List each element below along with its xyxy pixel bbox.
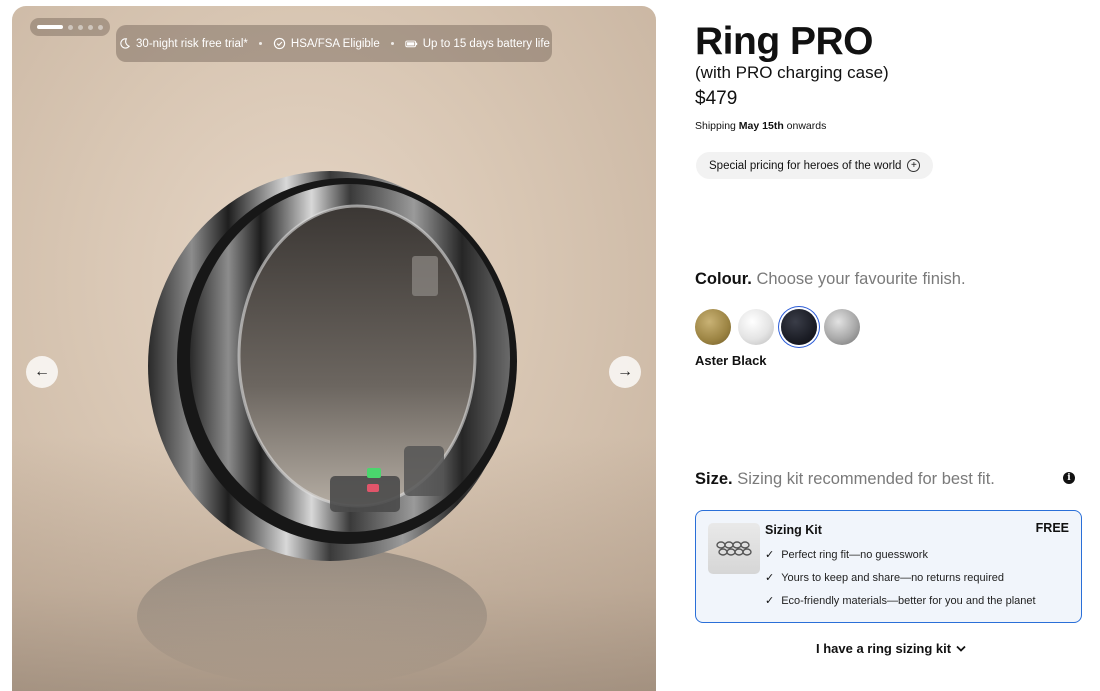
check-circle-icon: [273, 37, 286, 50]
promo-label: Special pricing for heroes of the world: [709, 159, 902, 172]
plus-circle-icon: +: [907, 159, 921, 172]
moon-icon: [120, 38, 131, 49]
feature-label: 30-night risk free trial*: [136, 37, 248, 50]
feature-label: HSA/FSA Eligible: [290, 37, 380, 50]
sizing-kit-price: FREE: [1035, 521, 1069, 535]
product-subtitle: (with PRO charging case): [695, 63, 889, 82]
colour-swatches: [695, 309, 860, 345]
swatch-black-selected[interactable]: [781, 309, 817, 345]
battery-icon: [405, 40, 417, 48]
feature-label: Up to 15 days battery life: [422, 37, 550, 50]
info-icon[interactable]: i: [1063, 472, 1075, 484]
shipping-suffix: onwards: [783, 120, 827, 132]
slide-indicator[interactable]: [30, 18, 110, 36]
product-gallery: 30-night risk free trial* HSA/FSA Eligib…: [12, 6, 656, 691]
shipping-info: Shipping May 15th onwards: [695, 120, 826, 132]
separator-dot: [390, 42, 394, 45]
product-title: Ring PRO: [695, 20, 874, 63]
slide-dot[interactable]: [68, 24, 73, 30]
shipping-prefix: Shipping: [695, 120, 739, 132]
list-item: ✓ Yours to keep and share—no returns requ…: [765, 566, 1036, 589]
slide-dot[interactable]: [98, 24, 103, 30]
colour-title: Colour.: [695, 270, 752, 288]
next-image-button[interactable]: →: [609, 356, 641, 388]
sizing-kit-features: ✓ Perfect ring fit—no guesswork ✓ Yours to…: [765, 543, 1036, 612]
sizing-kit-title: Sizing Kit: [765, 523, 822, 537]
feature-bar: 30-night risk free trial* HSA/FSA Eligib…: [116, 25, 552, 62]
swatch-titanium[interactable]: [824, 309, 860, 345]
sizing-kit-option[interactable]: Sizing Kit FREE ✓ Perfect ring fit—no gue…: [695, 510, 1082, 623]
feature-text: Perfect ring fit—no guesswork: [781, 548, 928, 561]
list-item: ✓ Eco-friendly materials—better for you a…: [765, 589, 1036, 612]
list-item: ✓ Perfect ring fit—no guesswork: [765, 543, 1036, 566]
slide-dot[interactable]: [78, 24, 83, 30]
feature-text: Eco-friendly materials—better for you an…: [781, 594, 1036, 607]
size-subtitle: Sizing kit recommended for best fit.: [737, 470, 995, 488]
slide-dot-active[interactable]: [37, 25, 63, 29]
feature-text: Yours to keep and share—no returns requi…: [781, 571, 1005, 584]
previous-image-button[interactable]: ←: [26, 356, 58, 388]
ring-product-image: [137, 171, 517, 686]
shipping-date: May 15th: [738, 120, 784, 132]
swatch-silver[interactable]: [738, 309, 774, 345]
feature-trial: 30-night risk free trial*: [118, 37, 248, 50]
check-icon: ✓: [765, 572, 775, 584]
selected-colour-label: Aster Black: [695, 353, 767, 368]
size-title: Size.: [695, 470, 733, 488]
ring-set-icon: [716, 540, 752, 556]
heroes-pricing-button[interactable]: Special pricing for heroes of the world …: [696, 152, 934, 179]
separator-dot: [258, 42, 262, 45]
have-kit-label: I have a ring sizing kit: [816, 641, 952, 656]
size-heading: Size. Sizing kit recommended for best fi…: [695, 470, 995, 489]
slide-dot[interactable]: [88, 24, 93, 30]
chevron-down-icon: [956, 645, 966, 652]
sizing-kit-image: [708, 523, 760, 574]
feature-battery: Up to 15 days battery life: [405, 37, 550, 50]
product-price: $479: [695, 88, 738, 109]
colour-subtitle: Choose your favourite finish.: [756, 270, 966, 288]
swatch-gold[interactable]: [695, 309, 731, 345]
check-icon: ✓: [765, 549, 775, 561]
colour-heading: Colour. Choose your favourite finish.: [695, 270, 966, 289]
have-sizing-kit-toggle[interactable]: I have a ring sizing kit: [816, 641, 966, 656]
feature-hsa: HSA/FSA Eligible: [273, 37, 380, 50]
arrow-left-icon: ←: [34, 363, 50, 380]
arrow-right-icon: →: [617, 363, 633, 380]
check-icon: ✓: [765, 595, 775, 607]
